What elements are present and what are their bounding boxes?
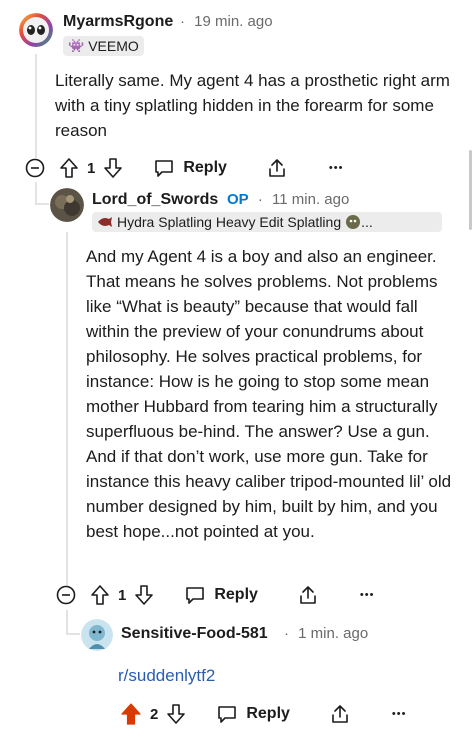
comment-1-timestamp: 19 min. ago bbox=[194, 13, 273, 30]
flair-text: VEEMO bbox=[88, 38, 139, 54]
comment-2-actions: 1 Reply ••• bbox=[56, 582, 466, 608]
reply-button[interactable]: Reply bbox=[184, 585, 258, 605]
upvote-icon[interactable] bbox=[90, 584, 110, 606]
thread-connector-3-curve bbox=[66, 633, 80, 635]
comment-3-meta: · 1 min. ago bbox=[284, 625, 368, 642]
scrollbar[interactable] bbox=[469, 150, 472, 230]
thread-line-2 bbox=[66, 232, 68, 586]
comment-2-username[interactable]: Lord_of_Swords bbox=[92, 191, 218, 209]
more-options-button[interactable]: ••• bbox=[392, 708, 407, 720]
meta-separator: · bbox=[284, 625, 289, 642]
upvote-icon[interactable] bbox=[59, 157, 79, 179]
comment-3-timestamp: 1 min. ago bbox=[298, 625, 369, 642]
avatar-lord-of-swords[interactable] bbox=[50, 188, 84, 222]
upvote-icon-active[interactable] bbox=[120, 702, 142, 726]
comment-2-timestamp: 11 min. ago bbox=[272, 191, 350, 208]
reply-icon bbox=[184, 585, 206, 605]
comment-1-body: Literally same. My agent 4 has a prosthe… bbox=[55, 71, 450, 140]
more-options-button[interactable]: ••• bbox=[360, 589, 375, 601]
avatar-myarmsrgone[interactable] bbox=[19, 13, 53, 47]
squid-icon bbox=[97, 216, 113, 228]
flair-overflow: ... bbox=[361, 214, 373, 230]
comment-1-actions: 1 Reply ••• bbox=[25, 155, 465, 181]
comment-2-body: And my Agent 4 is a boy and also an engi… bbox=[86, 247, 452, 541]
reply-button[interactable]: Reply bbox=[216, 704, 290, 724]
comment-2-meta: OP · 11 min. ago bbox=[227, 191, 349, 208]
share-icon[interactable] bbox=[298, 584, 318, 606]
thread-connector-2-curve bbox=[35, 203, 49, 205]
vote-count: 2 bbox=[150, 705, 159, 723]
comment-2-flair: Hydra Splatling Heavy Edit Splatling ... bbox=[92, 212, 442, 232]
reply-icon bbox=[216, 704, 238, 724]
vote-count: 1 bbox=[118, 586, 127, 604]
flair-text: Hydra Splatling Heavy Edit Splatling bbox=[117, 214, 342, 230]
thread-connector-3 bbox=[66, 610, 68, 634]
flair-emoji-icon: 👾 bbox=[68, 38, 85, 53]
flair-avatar-icon bbox=[345, 214, 361, 230]
downvote-icon[interactable] bbox=[166, 703, 186, 725]
share-icon[interactable] bbox=[267, 157, 287, 179]
comment-1-flair: 👾 VEEMO bbox=[63, 36, 144, 56]
subreddit-link[interactable]: r/suddenlytf2 bbox=[118, 666, 215, 686]
reply-label: Reply bbox=[246, 705, 290, 722]
comment-3-username[interactable]: Sensitive-Food-581 bbox=[121, 625, 268, 643]
comment-1-time: · 19 min. ago bbox=[180, 13, 273, 30]
comment-3-actions: 2 Reply ••• bbox=[120, 701, 460, 727]
comment-1-username[interactable]: MyarmsRgone bbox=[63, 13, 173, 31]
thread-line-1 bbox=[35, 54, 37, 158]
vote-count: 1 bbox=[87, 159, 96, 177]
collapse-icon[interactable] bbox=[25, 158, 45, 178]
more-options-button[interactable]: ••• bbox=[329, 162, 344, 174]
downvote-icon[interactable] bbox=[134, 584, 154, 606]
reply-icon bbox=[153, 158, 175, 178]
thread-connector-2 bbox=[35, 182, 37, 204]
reply-label: Reply bbox=[214, 586, 258, 603]
downvote-icon[interactable] bbox=[103, 157, 123, 179]
reply-label: Reply bbox=[183, 159, 227, 176]
reply-button[interactable]: Reply bbox=[153, 158, 227, 178]
meta-separator: · bbox=[180, 13, 185, 30]
op-badge: OP bbox=[227, 191, 249, 208]
meta-separator: · bbox=[257, 191, 263, 208]
collapse-icon[interactable] bbox=[56, 585, 76, 605]
share-icon[interactable] bbox=[330, 703, 350, 725]
avatar-sensitive-food-581[interactable] bbox=[81, 619, 113, 651]
